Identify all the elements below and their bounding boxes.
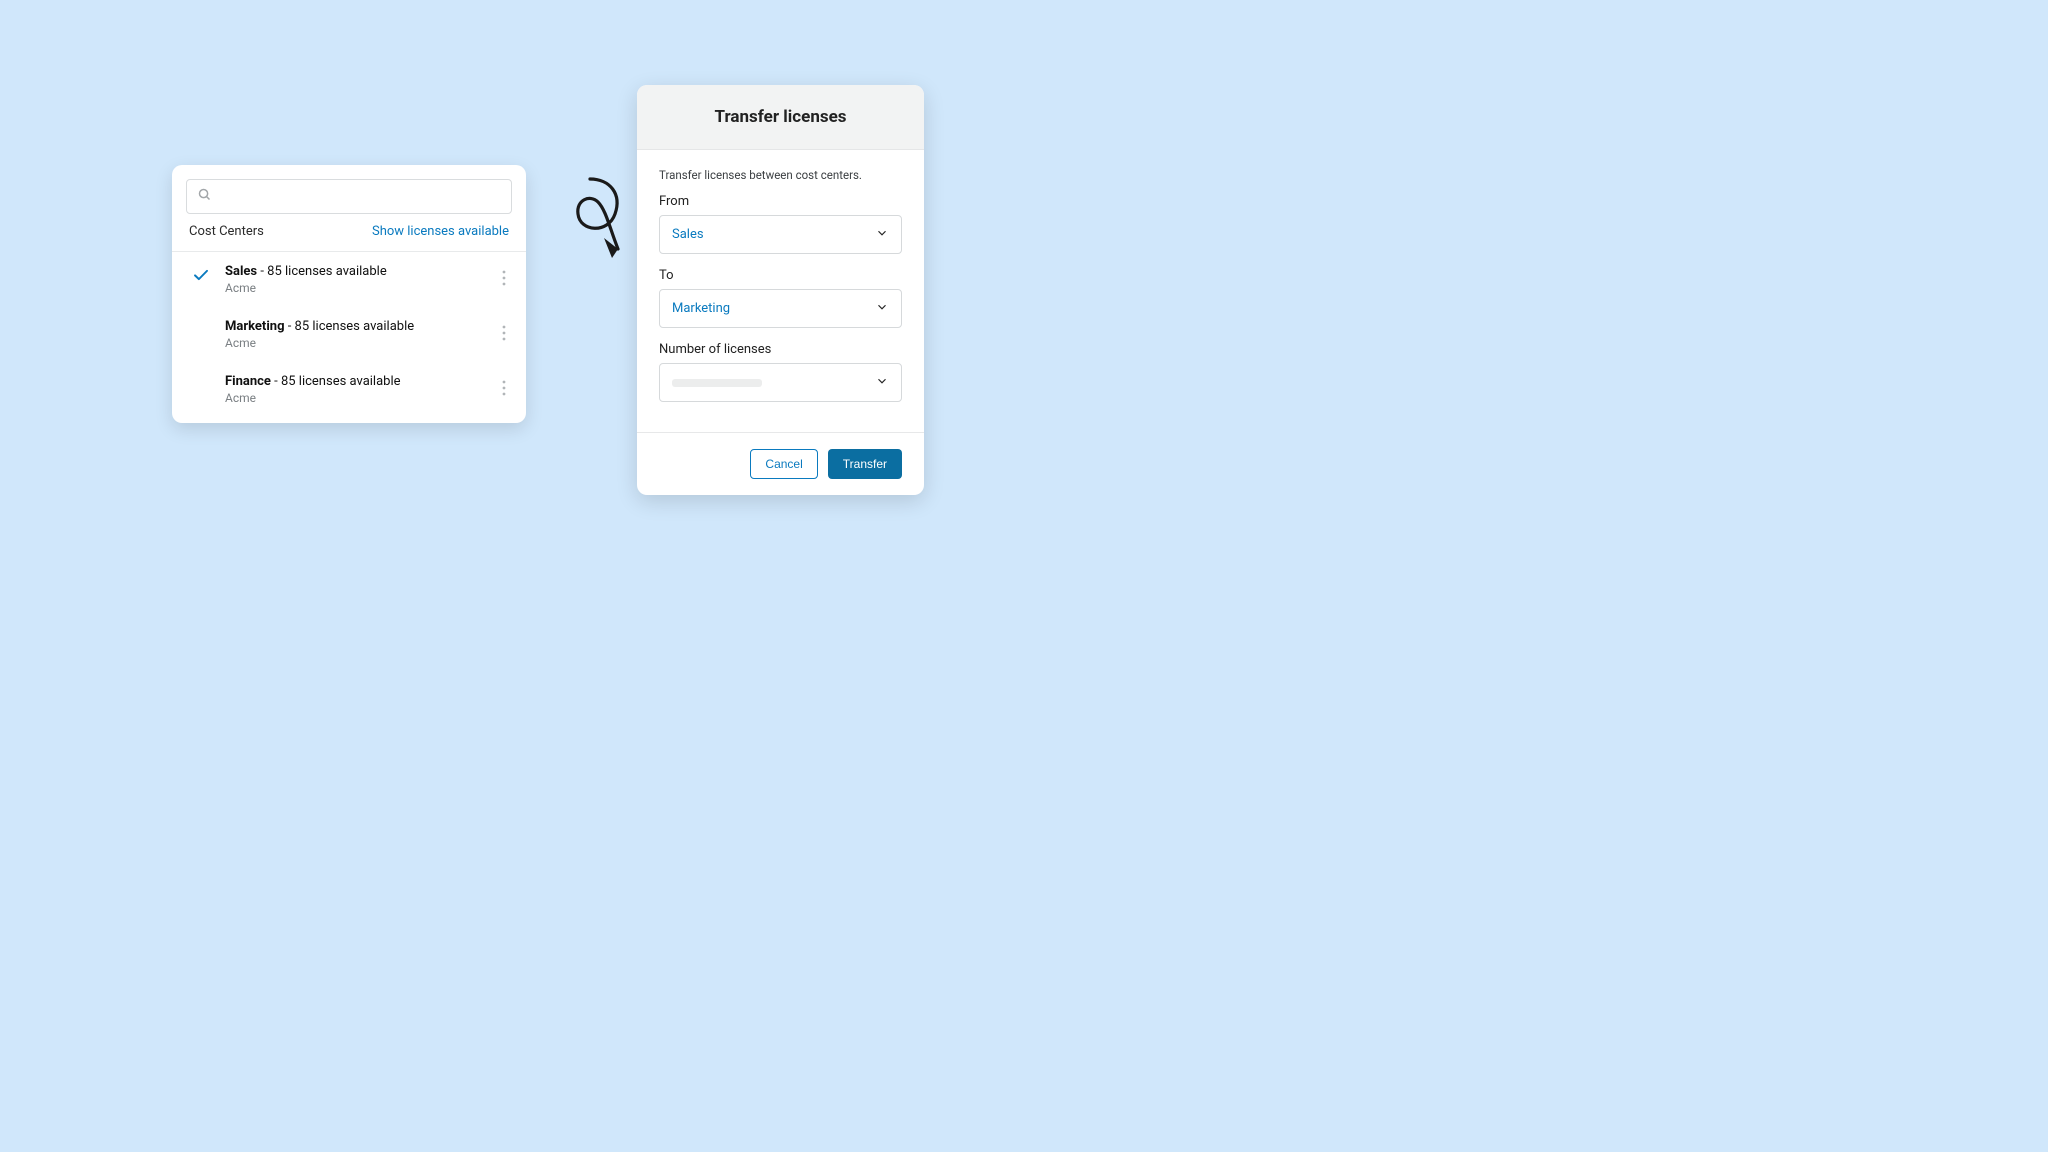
transfer-licenses-dialog: Transfer licenses Transfer licenses betw…: [637, 85, 924, 495]
cost-center-name: Finance: [225, 374, 271, 389]
cost-center-row[interactable]: Marketing - 85 licenses available Acme: [172, 307, 526, 362]
check-placeholder: [189, 319, 213, 321]
row-title: Sales - 85 licenses available: [225, 264, 494, 279]
org-name: Acme: [225, 336, 494, 350]
org-name: Acme: [225, 391, 494, 405]
more-options-button[interactable]: [494, 374, 514, 396]
search-box[interactable]: [186, 179, 512, 214]
chevron-down-icon: [875, 225, 889, 244]
chevron-down-icon: [875, 299, 889, 318]
dialog-footer: Cancel Transfer: [637, 432, 924, 495]
dialog-title: Transfer licenses: [647, 107, 914, 127]
row-body: Finance - 85 licenses available Acme: [213, 374, 494, 405]
cost-centers-header: Cost Centers Show licenses available: [172, 224, 526, 251]
cost-center-name: Marketing: [225, 319, 285, 334]
empty-placeholder: [672, 379, 762, 387]
to-select[interactable]: Marketing: [659, 289, 902, 328]
dialog-header: Transfer licenses: [637, 85, 924, 150]
dialog-description: Transfer licenses between cost centers.: [659, 168, 902, 182]
check-icon: [189, 264, 213, 284]
row-body: Marketing - 85 licenses available Acme: [213, 319, 494, 350]
row-body: Sales - 85 licenses available Acme: [213, 264, 494, 295]
dialog-body: Transfer licenses between cost centers. …: [637, 150, 924, 432]
license-availability: 85 licenses available: [281, 374, 401, 389]
cost-centers-title: Cost Centers: [189, 224, 264, 239]
cost-center-row[interactable]: Finance - 85 licenses available Acme: [172, 362, 526, 423]
cost-center-row[interactable]: Sales - 85 licenses available Acme: [172, 252, 526, 307]
from-value: Sales: [672, 227, 704, 242]
license-availability: 85 licenses available: [267, 264, 387, 279]
to-label: To: [659, 268, 902, 283]
flow-arrow-icon: [540, 164, 650, 294]
more-options-button[interactable]: [494, 319, 514, 341]
cost-centers-panel: Cost Centers Show licenses available Sal…: [172, 165, 526, 423]
search-icon: [197, 187, 212, 206]
chevron-down-icon: [875, 373, 889, 392]
transfer-button[interactable]: Transfer: [828, 449, 902, 479]
search-input[interactable]: [220, 189, 501, 204]
search-container: [172, 165, 526, 224]
show-licenses-link[interactable]: Show licenses available: [372, 224, 509, 239]
cost-center-name: Sales: [225, 264, 257, 279]
license-availability: 85 licenses available: [295, 319, 415, 334]
cancel-button[interactable]: Cancel: [750, 449, 817, 479]
more-options-button[interactable]: [494, 264, 514, 286]
row-title: Finance - 85 licenses available: [225, 374, 494, 389]
row-title: Marketing - 85 licenses available: [225, 319, 494, 334]
check-placeholder: [189, 374, 213, 376]
number-of-licenses-select[interactable]: [659, 363, 902, 402]
to-value: Marketing: [672, 301, 730, 316]
org-name: Acme: [225, 281, 494, 295]
number-of-licenses-label: Number of licenses: [659, 342, 902, 357]
from-label: From: [659, 194, 902, 209]
from-select[interactable]: Sales: [659, 215, 902, 254]
